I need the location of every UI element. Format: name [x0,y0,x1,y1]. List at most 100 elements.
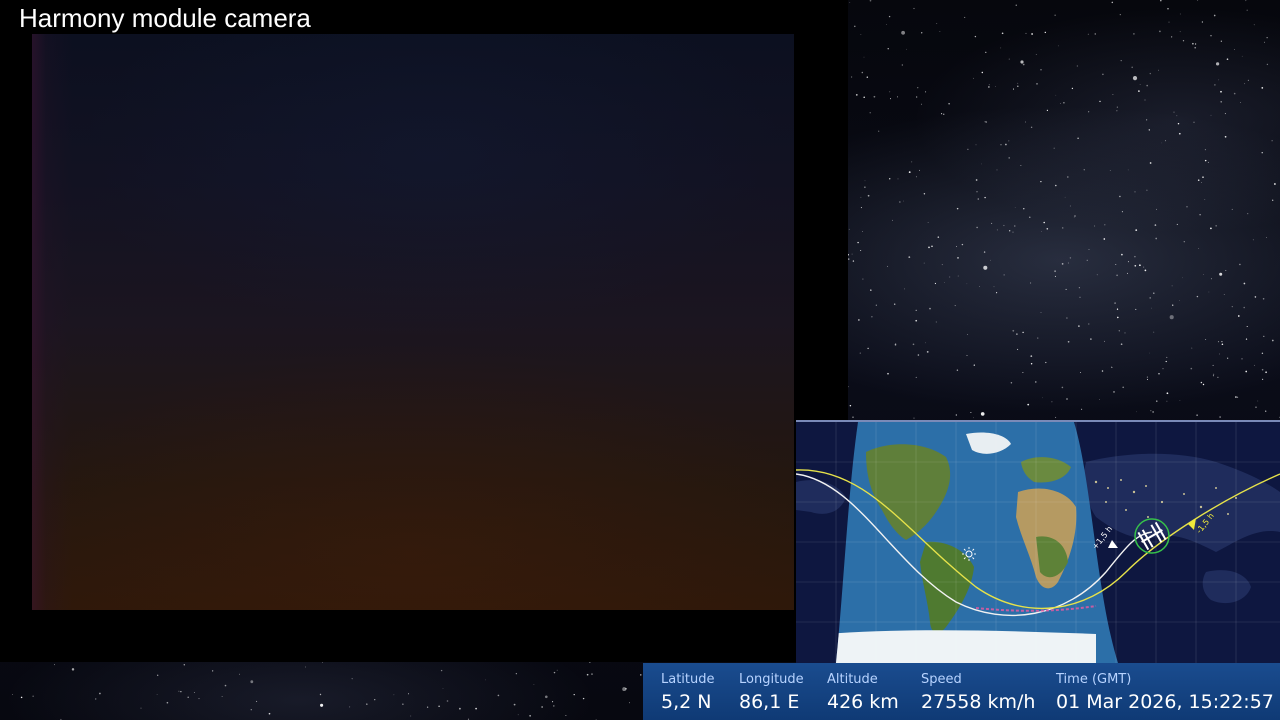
star [1161,142,1163,144]
star [1111,1,1114,4]
iss-tracker-map: +1,5 h -1,5 h [796,420,1280,663]
star [1200,381,1203,384]
star [1059,103,1061,105]
star [1203,274,1204,275]
star [1245,0,1247,2]
star [1009,230,1011,232]
star [1147,378,1148,380]
star [1057,45,1059,47]
star [942,113,945,116]
star [886,265,889,267]
star [1071,87,1074,90]
star [552,701,554,703]
star [1197,0,1199,1]
star [1191,347,1193,349]
star [1176,223,1178,225]
star [1051,401,1053,403]
star [1109,169,1111,171]
star [1043,221,1045,224]
star [903,200,904,202]
star [923,193,926,195]
star [1220,90,1222,93]
star [917,87,919,89]
star [1055,184,1057,187]
star [1079,372,1081,374]
star [1022,63,1025,66]
star [1135,229,1138,231]
star [1156,400,1158,402]
star [1042,397,1043,399]
star [1210,35,1212,37]
star [859,352,861,354]
star [1199,213,1201,216]
star [1231,208,1233,210]
star [1196,414,1198,416]
star [1014,225,1016,227]
star [1020,60,1024,64]
star [937,236,940,238]
star [1217,341,1220,343]
star [973,364,975,366]
star [861,71,864,74]
star [1198,248,1200,249]
longitude-value: 86,1 E [739,691,800,713]
star [1186,206,1188,208]
altitude-label: Altitude [827,672,878,687]
star [1196,295,1199,298]
star [1015,4,1017,6]
star [1241,55,1243,57]
star [1144,269,1147,272]
star [193,692,195,693]
star [1054,14,1056,16]
star [1046,109,1049,112]
star [1001,32,1004,35]
star [1217,376,1219,379]
star [1272,199,1274,201]
star [1234,49,1235,50]
star [1003,274,1005,276]
star [1118,330,1120,332]
star [863,96,865,98]
star [515,673,517,675]
star [1172,304,1174,306]
star [901,64,903,66]
star [1053,147,1055,149]
star [1081,408,1083,410]
star [366,703,368,705]
star [322,662,323,663]
star [875,304,877,306]
star [582,697,585,700]
star [1079,296,1081,298]
star [878,130,880,132]
star [1235,396,1237,398]
star [1205,338,1207,341]
star [1166,392,1169,395]
star [1236,396,1239,398]
star [961,243,964,246]
star [1152,411,1154,413]
star [629,702,630,704]
star [973,77,974,79]
star [851,253,853,255]
star [1030,355,1033,357]
star [1120,59,1122,62]
star [860,207,862,209]
star [913,417,915,419]
star [984,196,986,199]
star [1099,100,1101,103]
star [908,171,911,173]
star [858,319,860,321]
star [1247,79,1250,82]
star [402,703,404,705]
star [1055,416,1057,418]
star [1098,399,1100,400]
star [475,707,477,710]
star [1112,94,1114,95]
star [1179,31,1181,33]
star [847,258,850,260]
star [991,222,993,224]
star [1241,358,1243,360]
star [1177,122,1180,125]
star [862,231,863,233]
star [99,692,101,695]
